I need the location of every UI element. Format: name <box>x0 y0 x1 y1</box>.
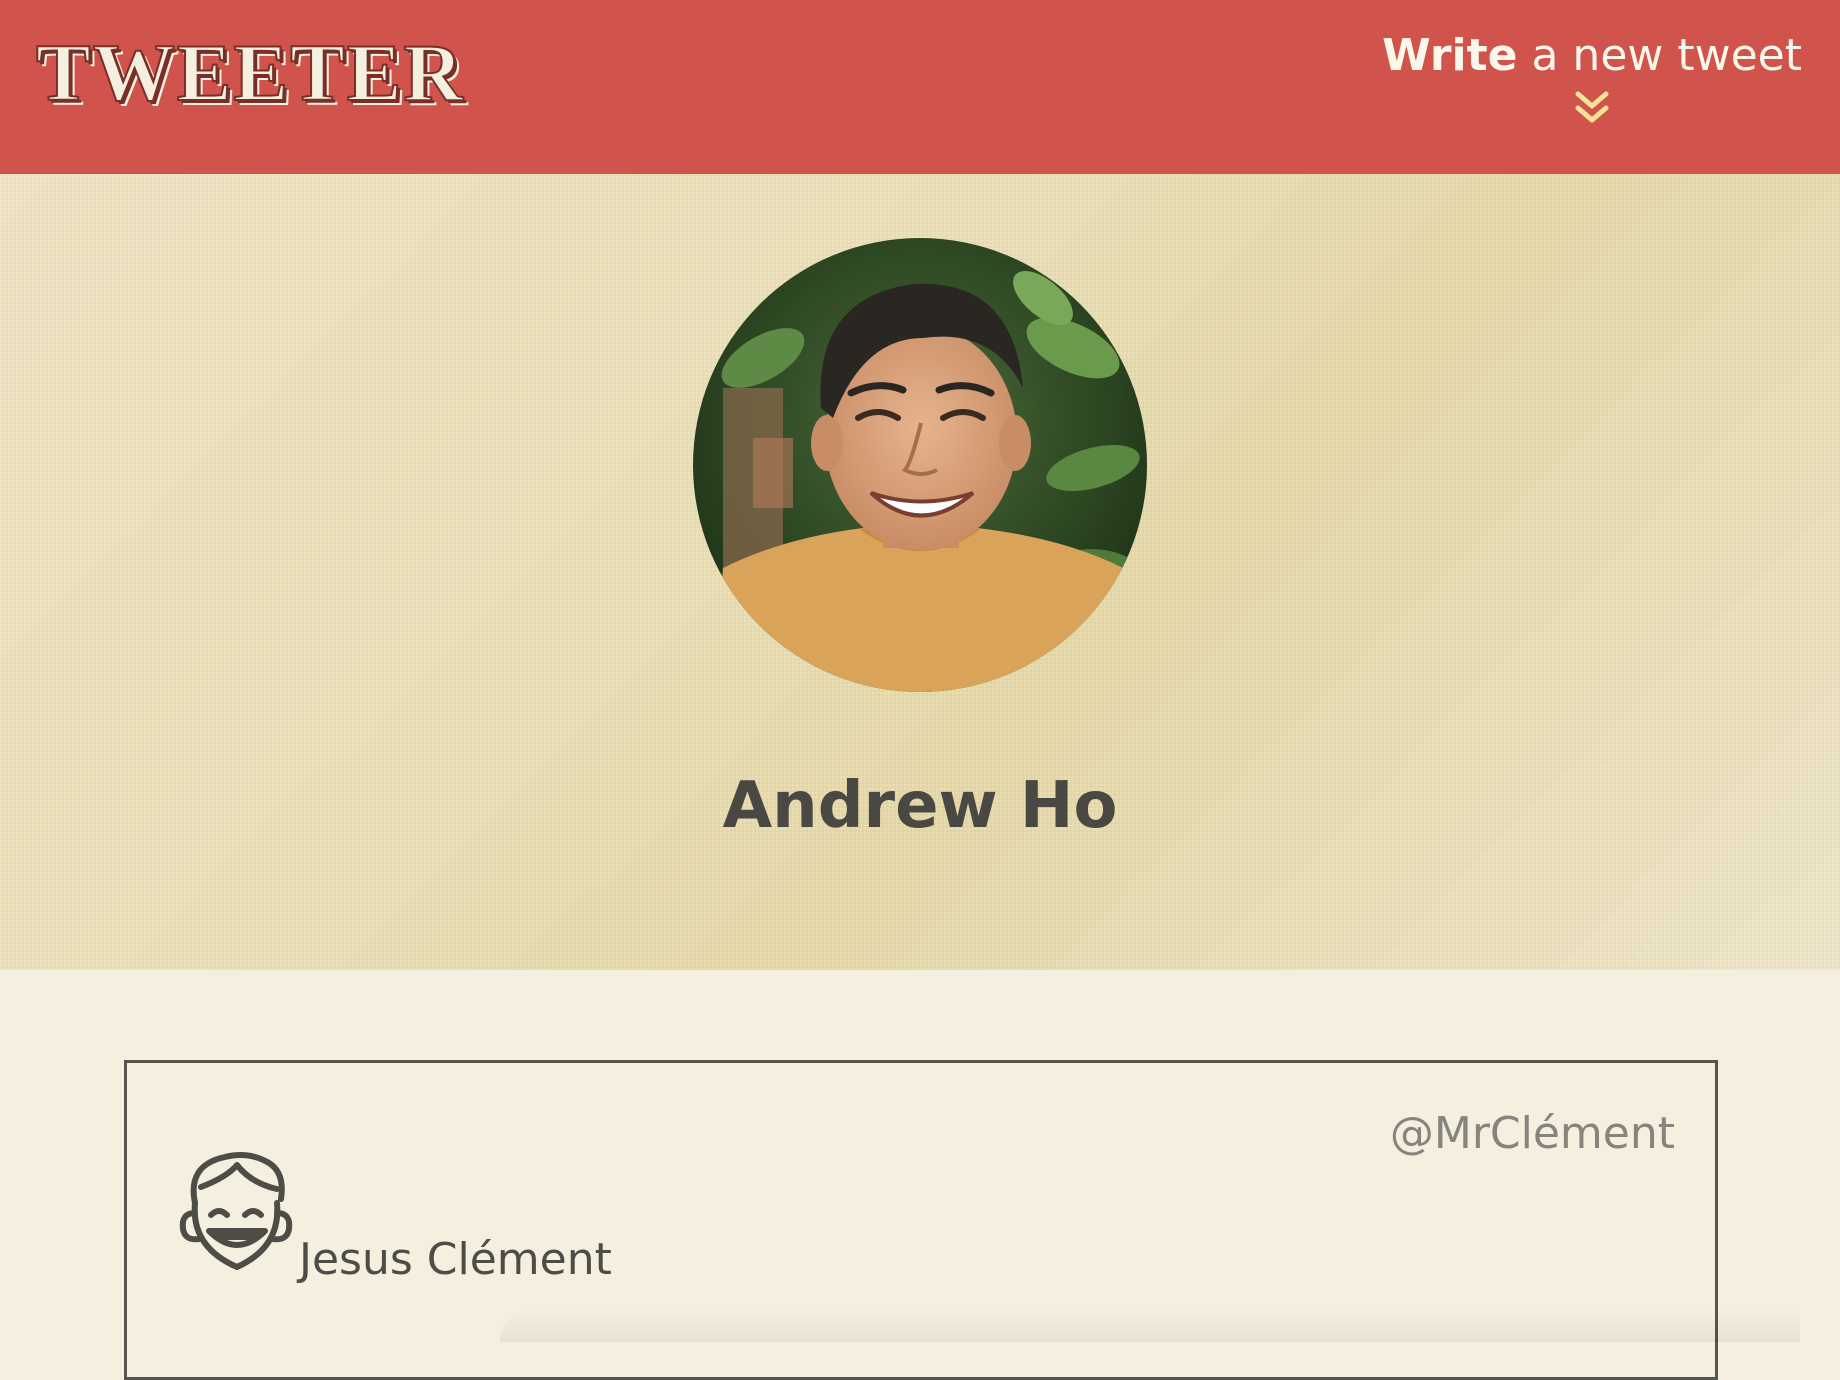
write-new-tweet-label: Write a new tweet <box>1382 28 1802 84</box>
profile-banner: Andrew Ho <box>0 174 1840 970</box>
laughing-face-icon <box>179 1152 293 1270</box>
write-new-tweet-rest: a new tweet <box>1517 30 1802 81</box>
double-chevron-down-icon <box>1575 91 1609 123</box>
app-logo[interactable]: TWEETER <box>35 27 465 119</box>
write-new-tweet-button[interactable]: Write a new tweet <box>1382 28 1802 128</box>
top-nav-bar: TWEETER Write a new tweet <box>0 0 1840 174</box>
scroll-shadow <box>500 1310 1800 1342</box>
profile-name: Andrew Ho <box>722 769 1118 843</box>
tweet-handle: @MrClément <box>1389 1108 1675 1159</box>
write-new-tweet-bold: Write <box>1382 30 1518 81</box>
profile-photo <box>693 238 1147 692</box>
tweet-author-name[interactable]: Jesus Clément <box>299 1233 612 1287</box>
